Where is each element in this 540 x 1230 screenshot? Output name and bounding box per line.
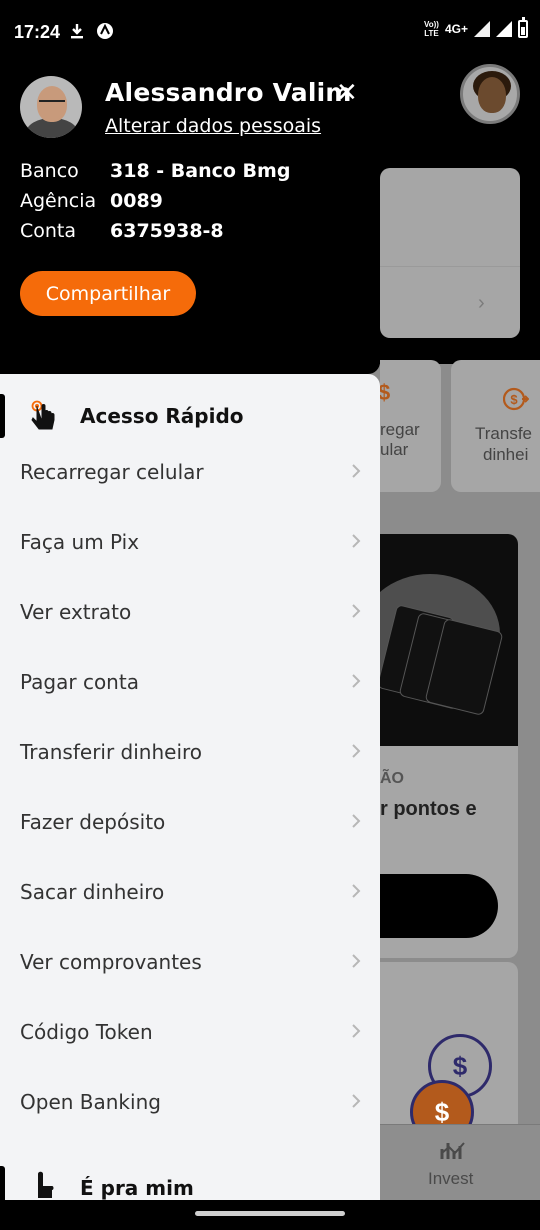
close-icon[interactable]: ✕ <box>336 78 358 106</box>
chevron-right-icon <box>352 1094 361 1108</box>
quick-label: ular <box>380 440 409 459</box>
volte-top-label: Vo)) <box>424 20 439 29</box>
menu-item-label: Código Token <box>20 1020 153 1044</box>
chevron-right-icon <box>352 814 361 828</box>
volte-bottom-label: LTE <box>424 29 439 38</box>
background-balance-card <box>380 168 520 338</box>
bank-value: 318 - Banco Bmg <box>110 160 291 182</box>
menu-item-pagar-conta[interactable]: Pagar conta <box>0 647 380 717</box>
menu-item-label: Ver comprovantes <box>20 950 202 974</box>
chevron-right-icon: › <box>478 292 485 314</box>
status-right-icons: Vo)) LTE 4G+ <box>424 17 528 38</box>
background-quick-recharge: $ regar ular <box>378 360 441 492</box>
agency-value: 0089 <box>110 190 163 212</box>
home-gesture-handle[interactable] <box>195 1211 345 1216</box>
chart-icon <box>440 1142 465 1159</box>
transfer-money-icon: $ <box>503 387 529 411</box>
volte-icon: Vo)) LTE <box>424 20 439 38</box>
menu-item-recarregar-celular[interactable]: Recarregar celular <box>0 437 380 507</box>
promo-button <box>380 874 498 938</box>
quick-access-title: Acesso Rápido <box>80 404 244 428</box>
promo-cards-image <box>380 534 518 746</box>
chevron-right-icon <box>352 534 361 548</box>
edit-personal-data-link[interactable]: Alterar dados pessoais <box>105 115 321 137</box>
quick-label: dinhei <box>483 445 529 464</box>
menu-item-ver-extrato[interactable]: Ver extrato <box>0 577 380 647</box>
signal-icon <box>474 21 490 37</box>
section-indicator <box>0 1166 5 1200</box>
account-value: 6375938-8 <box>110 220 224 242</box>
for-me-title: É pra mim <box>80 1176 194 1200</box>
quick-label: Transfe <box>475 424 533 443</box>
chevron-right-icon <box>352 954 361 968</box>
for-me-section-header: É pra mim <box>0 1166 380 1200</box>
background-tab-bar: Invest <box>380 1124 540 1200</box>
menu-item-ver-comprovantes[interactable]: Ver comprovantes <box>0 927 380 997</box>
signal-icon <box>496 21 512 37</box>
status-bar: 17:24 Vo)) LTE 4G+ <box>0 0 540 64</box>
status-left-icons <box>68 22 114 40</box>
menu-item-label: Sacar dinheiro <box>20 880 165 904</box>
menu-item-label: Fazer depósito <box>20 810 166 834</box>
chevron-right-icon <box>352 744 361 758</box>
share-button[interactable]: Compartilhar <box>20 271 196 316</box>
chevron-right-icon <box>352 884 361 898</box>
account-label: Conta <box>20 220 77 242</box>
menu-item-label: Ver extrato <box>20 600 132 624</box>
menu-item-sacar-dinheiro[interactable]: Sacar dinheiro <box>0 857 380 927</box>
network-type-label: 4G+ <box>444 22 468 36</box>
menu-item-fazer-deposito[interactable]: Fazer depósito <box>0 787 380 857</box>
coin-symbol: $ <box>452 1050 468 1081</box>
chevron-right-icon <box>352 464 361 478</box>
menu-item-faca-um-pix[interactable]: Faça um Pix <box>0 507 380 577</box>
coin-symbol: $ <box>434 1096 450 1127</box>
tap-hand-icon <box>31 400 55 430</box>
quick-access-section-header: Acesso Rápido <box>0 394 380 438</box>
agency-label: Agência <box>20 190 97 212</box>
menu-item-label: Transferir dinheiro <box>20 740 203 764</box>
section-indicator <box>0 394 5 438</box>
drawer-header: Alessandro Valim ✕ Alterar dados pessoai… <box>0 64 380 374</box>
svg-text:$: $ <box>510 392 518 407</box>
chevron-right-icon <box>352 674 361 688</box>
menu-item-label: Recarregar celular <box>20 460 204 484</box>
chevron-right-icon <box>352 604 361 618</box>
chevron-right-icon <box>352 1024 361 1038</box>
menu-item-label: Pagar conta <box>20 670 139 694</box>
drawer-menu: Acesso Rápido Recarregar celular Faça um … <box>0 374 380 1200</box>
hand-icon <box>38 1171 54 1198</box>
user-avatar[interactable] <box>20 76 82 138</box>
promo-subtitle: ÃO <box>380 770 404 787</box>
download-icon <box>71 24 83 39</box>
background-promo-card: ÃO r pontos e <box>380 534 518 958</box>
promo-title: r pontos e <box>380 798 477 820</box>
status-time: 17:24 <box>14 22 61 42</box>
bank-label: Banco <box>20 160 79 182</box>
background-quick-transfer: $ Transfe dinhei <box>451 360 540 492</box>
quick-label: regar <box>380 420 420 439</box>
battery-icon <box>518 17 528 38</box>
profile-avatar-background <box>460 64 520 124</box>
menu-item-transferir-dinheiro[interactable]: Transferir dinheiro <box>0 717 380 787</box>
menu-item-open-banking[interactable]: Open Banking <box>0 1067 380 1137</box>
menu-item-codigo-token[interactable]: Código Token <box>0 997 380 1067</box>
system-nav-bar <box>0 1200 540 1230</box>
menu-item-label: Open Banking <box>20 1090 161 1114</box>
user-name: Alessandro Valim <box>105 78 352 107</box>
menu-item-label: Faça um Pix <box>20 530 140 554</box>
tab-invest-label: Invest <box>428 1169 474 1188</box>
app-notification-icon <box>97 23 113 39</box>
